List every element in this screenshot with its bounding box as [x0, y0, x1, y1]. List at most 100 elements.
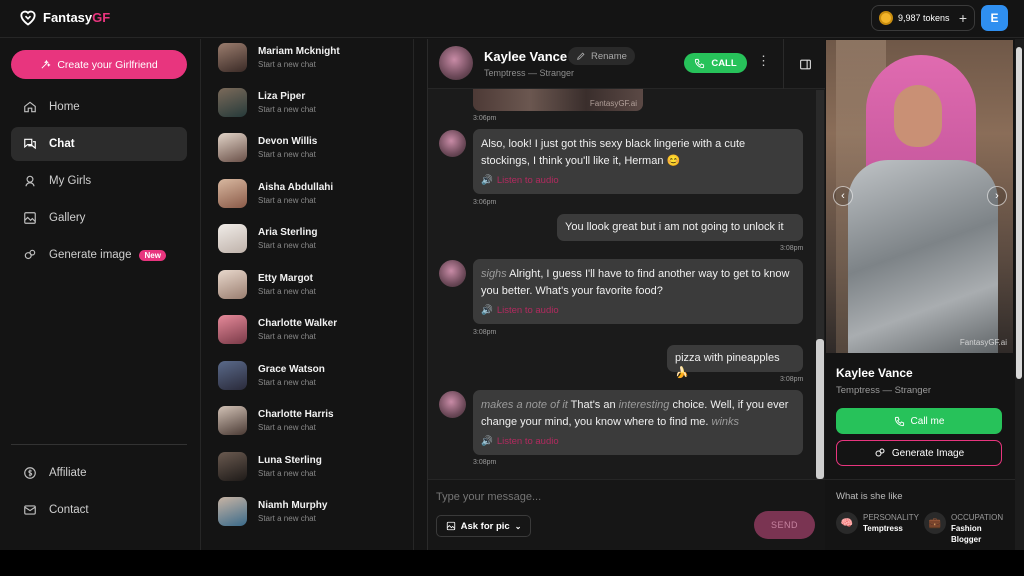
- chat-list-item[interactable]: Aria Sterling Start a new chat: [218, 218, 398, 258]
- chat-name: Charlotte Harris: [258, 408, 334, 420]
- message-time: 3:08pm: [780, 245, 804, 252]
- call-me-button[interactable]: Call me: [836, 408, 1002, 434]
- message-input[interactable]: [436, 488, 806, 506]
- chat-name: Luna Sterling: [258, 454, 322, 466]
- chat-list-item[interactable]: Charlotte Walker Start a new chat: [218, 309, 398, 349]
- message-time: 3:06pm: [473, 115, 497, 122]
- add-tokens-icon[interactable]: +: [959, 10, 967, 26]
- coin-icon: [879, 11, 893, 25]
- listen-label: Listen to audio: [496, 436, 559, 447]
- generate-image-button[interactable]: Generate Image: [836, 440, 1002, 466]
- heart-logo-icon: [20, 10, 36, 26]
- message-bubble-incoming: sighs Alright, I guess I'll have to find…: [473, 259, 803, 324]
- nav-gallery-label: Gallery: [49, 212, 86, 224]
- avatar: [218, 360, 247, 390]
- sidebar-divider: [11, 444, 187, 445]
- profile-photo: FantasyGF.ai: [826, 40, 1013, 353]
- message-text: makes a note of it That's an interesting…: [481, 399, 789, 428]
- chat-subtitle: Start a new chat: [258, 240, 316, 250]
- more-options-icon[interactable]: ⋮: [757, 54, 770, 67]
- message-action: sighs: [481, 268, 507, 280]
- chat-name: Grace Watson: [258, 363, 325, 375]
- image-watermark: FantasyGF.ai: [589, 99, 637, 108]
- chat-subtitle: Start a new chat: [258, 468, 316, 478]
- chat-list-item[interactable]: Aisha Abdullahi Start a new chat: [218, 173, 398, 213]
- ask-for-pic-button[interactable]: Ask for pic ⌄: [436, 515, 531, 537]
- photo-watermark: FantasyGF.ai: [959, 338, 1007, 347]
- nav-generate-image[interactable]: Generate image New: [11, 238, 187, 272]
- listen-audio-button[interactable]: 🔊 Listen to audio: [481, 172, 795, 189]
- chat-list-item[interactable]: Devon Willis Start a new chat: [218, 127, 398, 167]
- chat-scrollbar-thumb[interactable]: [816, 339, 824, 479]
- toggle-profile-panel-button[interactable]: [783, 39, 826, 89]
- avatar[interactable]: [439, 46, 473, 80]
- carousel-prev-icon[interactable]: ‹: [833, 186, 853, 206]
- create-girlfriend-label: Create your Girlfriend: [57, 58, 158, 71]
- rename-label: Rename: [591, 50, 627, 62]
- new-badge: New: [139, 249, 166, 261]
- tokens-balance[interactable]: 9,987 tokens +: [871, 5, 975, 31]
- message-text: sighs Alright, I guess I'll have to find…: [481, 268, 790, 297]
- sidebar: Create your Girlfriend Home Chat My Girl…: [0, 39, 199, 550]
- message-bubble-outgoing: pizza with pineapples 🍌: [667, 345, 803, 379]
- nav-affiliate[interactable]: Affiliate: [11, 456, 187, 490]
- avatar: [439, 391, 466, 418]
- chat-name: Liza Piper: [258, 90, 306, 102]
- conversation-panel: Kaylee Vance Temptress — Stranger Rename…: [427, 39, 826, 550]
- listen-audio-button[interactable]: 🔊 Listen to audio: [481, 302, 795, 319]
- listen-audio-button[interactable]: 🔊 Listen to audio: [481, 433, 795, 450]
- carousel-next-icon[interactable]: ›: [987, 186, 1007, 206]
- chat-subtitle: Start a new chat: [258, 195, 316, 205]
- profile-divider: [825, 479, 1015, 480]
- chat-list-item[interactable]: Etty Margot Start a new chat: [218, 264, 398, 304]
- avatar: [218, 314, 247, 344]
- chat-list-item[interactable]: Niamh Murphy Start a new chat: [218, 491, 398, 531]
- profile-scrollbar-thumb[interactable]: [1016, 47, 1022, 379]
- chat-list-item[interactable]: Liza Piper Start a new chat: [218, 82, 398, 122]
- create-girlfriend-button[interactable]: Create your Girlfriend: [11, 50, 187, 79]
- image-message[interactable]: FantasyGF.ai: [473, 89, 643, 111]
- profile-panel: FantasyGF.ai ‹ › Kaylee Vance Temptress …: [825, 39, 1024, 550]
- chat-list-item[interactable]: Grace Watson Start a new chat: [218, 355, 398, 395]
- phone-icon: [894, 416, 904, 426]
- nav-my-girls[interactable]: My Girls: [11, 164, 187, 198]
- chat-list-item[interactable]: Luna Sterling Start a new chat: [218, 446, 398, 486]
- chat-list-item[interactable]: Mariam Mcknight Start a new chat: [218, 37, 398, 77]
- message-time: 3:08pm: [473, 459, 497, 466]
- nav-chat[interactable]: Chat: [11, 127, 187, 161]
- message-time: 3:08pm: [780, 376, 804, 383]
- message-time: 3:06pm: [473, 199, 497, 206]
- sidebar-toggle-icon: [799, 59, 811, 69]
- app-window: FantasyGF 9,987 tokens + E Create your G…: [0, 0, 1024, 550]
- dollar-icon: [24, 467, 36, 479]
- phone-icon: [695, 58, 705, 68]
- magic-wand-icon: [41, 59, 51, 69]
- top-bar: FantasyGF 9,987 tokens + E: [0, 0, 1024, 38]
- chat-subtitle: Start a new chat: [258, 377, 316, 387]
- message-time: 3:08pm: [473, 329, 497, 336]
- avatar: [218, 178, 247, 208]
- gallery-icon: [24, 212, 36, 224]
- generate-icon: [875, 448, 885, 457]
- trait-label: PERSONALITY: [863, 513, 920, 522]
- occupation-icon: 💼: [924, 512, 946, 534]
- profile-subtitle: Temptress — Stranger: [836, 385, 932, 396]
- brand-logo[interactable]: FantasyGF: [18, 7, 110, 27]
- send-button[interactable]: SEND: [754, 511, 815, 539]
- nav-gallery[interactable]: Gallery: [11, 201, 187, 235]
- nav-contact[interactable]: Contact: [11, 493, 187, 527]
- chat-list: Mariam Mcknight Start a new chat Liza Pip…: [200, 39, 414, 550]
- message-action: makes a note of it: [481, 399, 568, 411]
- message-bubble-incoming: Also, look! I just got this sexy black l…: [473, 129, 803, 194]
- speaker-icon: 🔊: [481, 175, 493, 186]
- call-button[interactable]: CALL: [684, 53, 747, 73]
- nav-home[interactable]: Home: [11, 90, 187, 124]
- user-avatar[interactable]: E: [981, 5, 1008, 31]
- chat-list-item[interactable]: Charlotte Harris Start a new chat: [218, 400, 398, 440]
- avatar: [218, 405, 247, 435]
- rename-button[interactable]: Rename: [568, 47, 635, 65]
- message-text: Also, look! I just got this sexy black l…: [481, 138, 746, 167]
- avatar: [218, 223, 247, 253]
- chat-subtitle: Start a new chat: [258, 104, 316, 114]
- girls-icon: [25, 175, 35, 187]
